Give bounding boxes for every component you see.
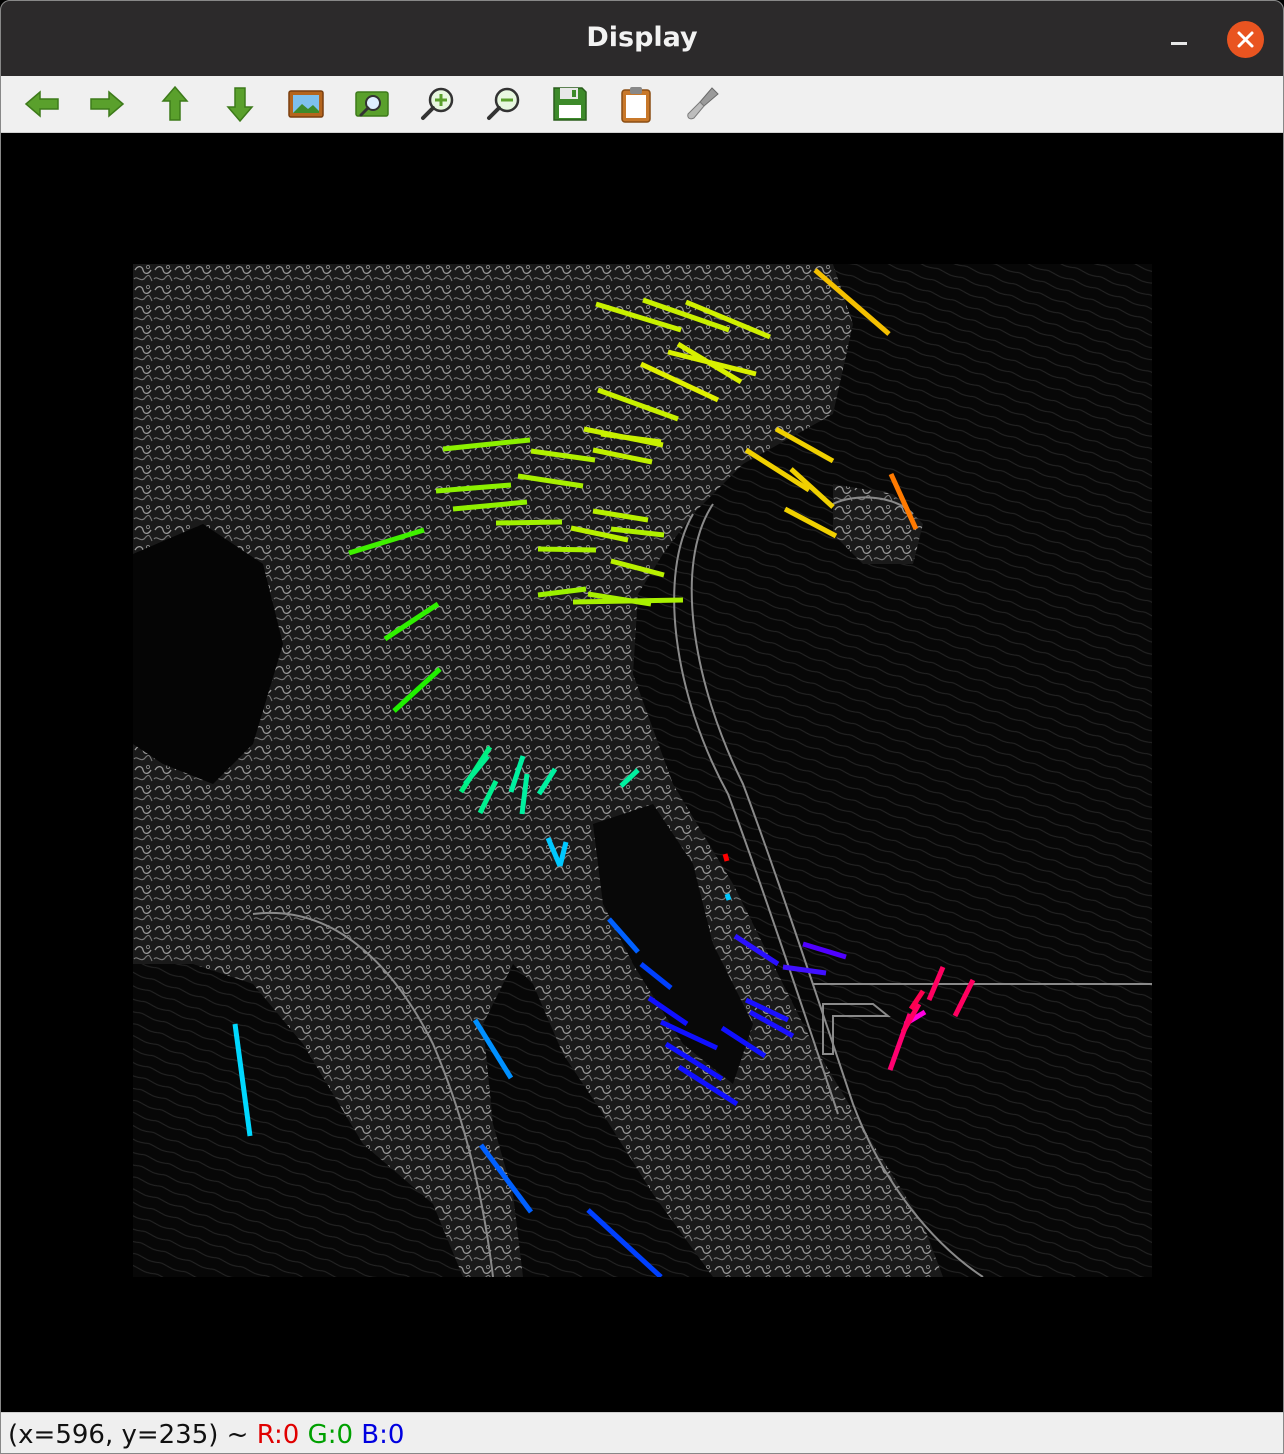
arrow-down-icon	[226, 87, 254, 123]
zoom-out-button[interactable]	[484, 84, 524, 124]
window-title: Display	[586, 22, 698, 53]
image-icon	[288, 90, 324, 118]
display-window: Display (x=596, y=235) ~ R:0 G:0 B:0	[0, 0, 1284, 1454]
close-button[interactable]	[1227, 21, 1264, 58]
pan-left-button[interactable]	[22, 84, 62, 124]
close-icon	[1237, 31, 1254, 48]
zoom-in-icon	[421, 87, 454, 120]
cursor-coordinates: (x=596, y=235) ~	[8, 1420, 257, 1450]
blue-value: B:0	[361, 1420, 405, 1450]
status-bar: (x=596, y=235) ~ R:0 G:0 B:0	[0, 1412, 1284, 1454]
pixel-readout: (x=596, y=235) ~ R:0 G:0 B:0	[8, 1420, 404, 1450]
image-canvas[interactable]	[3, 133, 1281, 1412]
zoom-region-icon	[355, 91, 389, 117]
zoom-out-icon	[487, 87, 520, 120]
arrow-up-icon	[161, 85, 189, 121]
toolbar	[0, 76, 1284, 133]
title-bar[interactable]: Display	[0, 0, 1284, 76]
red-value: R:0	[256, 1420, 300, 1450]
green-value: G:0	[307, 1420, 354, 1450]
pan-up-button[interactable]	[155, 84, 195, 124]
pan-down-button[interactable]	[220, 84, 260, 124]
brush-icon	[687, 87, 719, 120]
minimize-button[interactable]	[1164, 24, 1194, 54]
zoom-fit-button[interactable]	[286, 84, 326, 124]
arrow-right-icon	[90, 90, 125, 118]
edge-detection-image[interactable]	[133, 264, 1152, 1277]
properties-button[interactable]	[682, 84, 722, 124]
arrow-left-icon	[24, 90, 59, 118]
zoom-region-button[interactable]	[352, 84, 392, 124]
pan-right-button[interactable]	[87, 84, 127, 124]
floppy-disk-icon	[553, 87, 587, 121]
clipboard-icon	[621, 87, 651, 123]
zoom-in-button[interactable]	[418, 84, 458, 124]
save-button[interactable]	[550, 84, 590, 124]
copy-button[interactable]	[616, 84, 656, 124]
